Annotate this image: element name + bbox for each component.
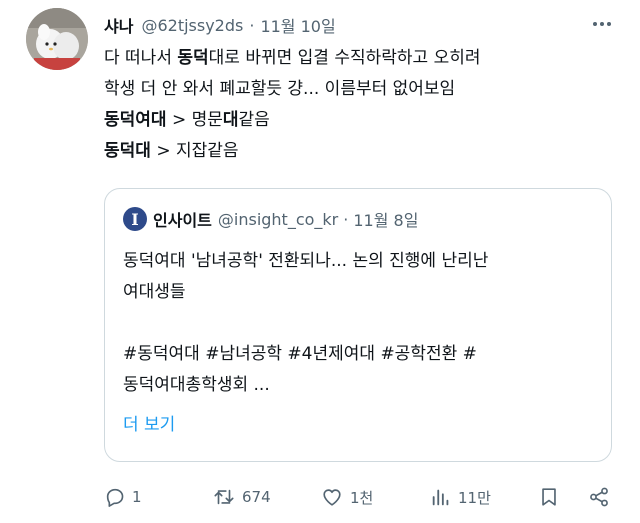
retweet-icon bbox=[214, 489, 234, 505]
tweet-date[interactable]: 11월 10일 bbox=[260, 13, 335, 37]
retweet-count: 674 bbox=[242, 488, 271, 506]
bookmark-button[interactable] bbox=[538, 482, 560, 512]
quote-author-name: 인사이트 bbox=[153, 211, 212, 230]
author-handle[interactable]: @62tjssy2ds bbox=[141, 16, 243, 35]
retweet-button[interactable]: 674 bbox=[212, 482, 271, 512]
tweet-line: 동덕여대 > 명문대같음 bbox=[104, 110, 270, 130]
separator-dot: · bbox=[249, 15, 255, 35]
tweet-line: 다 떠나서 동덕대로 바뀌면 입결 수직하락하고 오히려 bbox=[104, 48, 481, 68]
quote-author-handle: @insight_co_kr bbox=[217, 209, 339, 229]
tweet-header: 샤나 @62tjssy2ds · 11월 10일 bbox=[104, 12, 336, 38]
quote-line: 여대생들 bbox=[123, 282, 186, 302]
separator-dot: · bbox=[343, 209, 349, 229]
views-button[interactable]: 11만 bbox=[430, 482, 491, 512]
like-button[interactable]: 1천 bbox=[320, 482, 373, 512]
quote-line: 동덕여대 '남녀공학' 전환되나... 논의 진행에 난리난 bbox=[123, 251, 489, 271]
quote-date: 11월 8일 bbox=[353, 211, 419, 230]
more-icon[interactable] bbox=[590, 14, 614, 34]
tweet-text: 다 떠나서 동덕대로 바뀌면 입결 수직하락하고 오히려 학생 더 안 와서 폐… bbox=[104, 43, 624, 167]
reply-icon bbox=[106, 488, 124, 507]
like-icon bbox=[323, 489, 341, 506]
reply-count: 1 bbox=[132, 488, 142, 506]
quote-spacer bbox=[123, 308, 603, 339]
author-name[interactable]: 샤나 bbox=[104, 13, 133, 37]
quote-text: 동덕여대 '남녀공학' 전환되나... 논의 진행에 난리난 여대생들 #동덕여… bbox=[123, 246, 603, 401]
tweet-line: 동덕대 > 지잡같음 bbox=[104, 141, 239, 161]
tweet-line: 학생 더 안 와서 폐교할듯 걍... 이름부터 없어보임 bbox=[104, 79, 456, 99]
action-bar: 1 674 1천 11만 bbox=[104, 482, 616, 512]
quote-hashtags: 동덕여대총학생회 ... bbox=[123, 375, 270, 395]
quote-hashtags: #동덕여대 #남녀공학 #4년제여대 #공학전환 # bbox=[123, 344, 477, 364]
show-more-link[interactable]: 더 보기 bbox=[123, 410, 175, 435]
bookmark-icon bbox=[542, 488, 556, 506]
views-icon bbox=[432, 489, 449, 506]
share-button[interactable] bbox=[588, 482, 610, 512]
avatar[interactable] bbox=[26, 8, 88, 70]
share-icon bbox=[590, 487, 608, 507]
quoted-tweet[interactable]: I 인사이트 @insight_co_kr · 11월 8일 동덕여대 '남녀공… bbox=[104, 188, 612, 462]
insight-logo-icon: I bbox=[123, 207, 147, 231]
reply-button[interactable]: 1 bbox=[104, 482, 142, 512]
avatar-image bbox=[26, 8, 88, 70]
view-count: 11만 bbox=[458, 488, 491, 507]
like-count: 1천 bbox=[350, 488, 374, 507]
quote-header: I 인사이트 @insight_co_kr · 11월 8일 bbox=[123, 207, 418, 231]
